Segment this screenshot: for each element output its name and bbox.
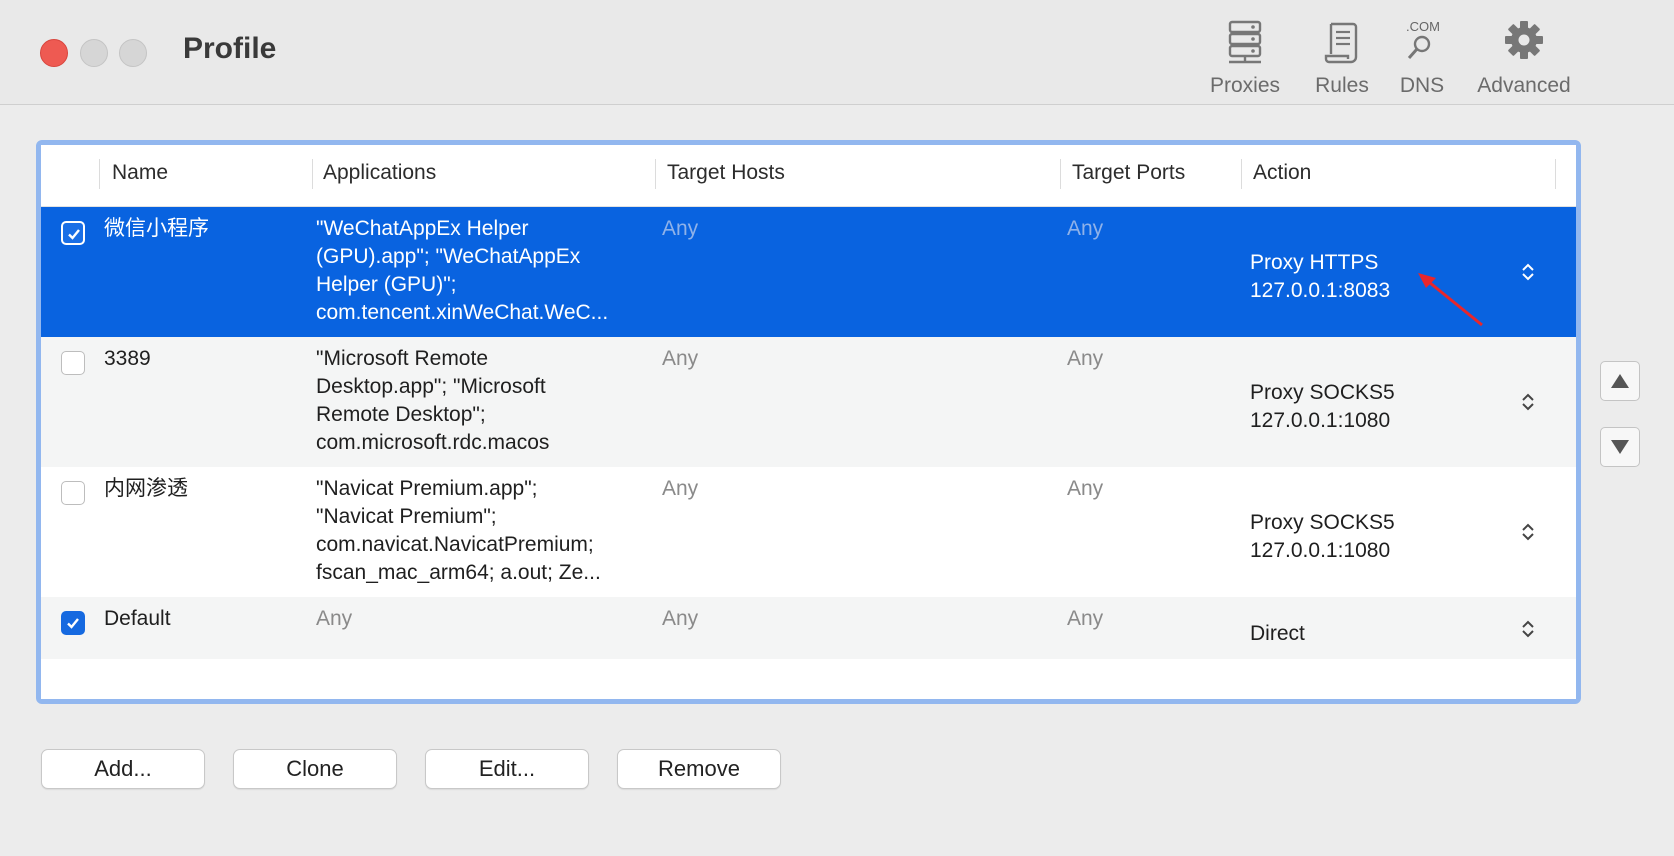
clone-button[interactable]: Clone (233, 749, 397, 789)
profile-window: Profile Proxies Rules .COM DNS Advanced … (0, 0, 1674, 856)
toolbar-advanced-button[interactable]: Advanced (1468, 18, 1580, 100)
chevron-up-down-icon[interactable] (1521, 619, 1535, 639)
chevron-up-down-icon[interactable] (1521, 522, 1535, 542)
annotation-arrow-icon (1418, 273, 1483, 327)
toolbar-rules-label: Rules (1315, 74, 1369, 97)
checkmark-icon (67, 618, 79, 629)
toolbar-dns-button[interactable]: .COM DNS (1394, 18, 1450, 100)
row-target-hosts: Any (662, 217, 699, 240)
window-title: Profile (183, 32, 277, 65)
column-separator (99, 159, 100, 189)
triangle-up-icon (1611, 374, 1629, 388)
column-separator (1555, 159, 1556, 189)
action-type: Proxy SOCKS5 (1250, 511, 1395, 534)
row-action[interactable]: Proxy SOCKS5 127.0.0.1:1080 (1250, 379, 1395, 435)
row-applications: "Microsoft Remote Desktop.app"; "Microso… (316, 345, 646, 457)
minimize-window-button[interactable] (80, 39, 108, 67)
toolbar-proxies-label: Proxies (1209, 74, 1281, 97)
column-separator (312, 159, 313, 189)
move-down-button[interactable] (1600, 427, 1640, 467)
chevron-up-down-icon[interactable] (1521, 392, 1535, 412)
add-button[interactable]: Add... (41, 749, 205, 789)
applications-line: com.navicat.NavicatPremium; (316, 533, 594, 556)
toolbar-advanced-label: Advanced (1477, 74, 1571, 97)
row-name: 内网渗透 (104, 477, 188, 500)
column-header-name[interactable]: Name (112, 161, 168, 185)
column-separator (1060, 159, 1061, 189)
column-separator (1241, 159, 1242, 189)
row-applications: Any (316, 607, 353, 630)
close-window-button[interactable] (40, 39, 68, 67)
toolbar-proxies-button[interactable]: Proxies (1203, 18, 1287, 100)
column-header-applications[interactable]: Applications (323, 161, 436, 185)
row-enabled-checkbox[interactable] (61, 611, 85, 635)
toolbar-dns-label: DNS (1399, 74, 1445, 97)
applications-line: com.tencent.xinWeChat.WeC... (316, 301, 609, 324)
server-icon (1228, 20, 1262, 64)
edit-button[interactable]: Edit... (425, 749, 589, 789)
action-address: 127.0.0.1:1080 (1250, 409, 1391, 432)
column-header-target-ports[interactable]: Target Ports (1072, 161, 1185, 185)
gear-icon (1505, 21, 1543, 59)
row-applications: "Navicat Premium.app"; "Navicat Premium"… (316, 475, 646, 587)
row-target-ports: Any (1067, 607, 1104, 630)
title-bar: Profile Proxies Rules .COM DNS Advanced (0, 0, 1674, 105)
row-target-ports: Any (1067, 217, 1104, 240)
applications-line: "Navicat Premium"; (316, 505, 497, 528)
rules-table[interactable]: Name Applications Target Hosts Target Po… (36, 140, 1581, 704)
action-address: 127.0.0.1:1080 (1250, 539, 1391, 562)
chevron-up-down-icon[interactable] (1521, 262, 1535, 282)
table-row[interactable]: Default Any Any Any Direct (41, 597, 1576, 659)
applications-line: "WeChatAppEx Helper (316, 217, 529, 240)
scroll-icon (1324, 22, 1358, 64)
row-enabled-checkbox[interactable] (61, 221, 85, 245)
zoom-window-button[interactable] (119, 39, 147, 67)
applications-line: "Navicat Premium.app"; (316, 477, 538, 500)
applications-line: fscan_mac_arm64; a.out; Ze... (316, 561, 601, 584)
row-applications: "WeChatAppEx Helper (GPU).app"; "WeChatA… (316, 215, 646, 327)
move-up-button[interactable] (1600, 361, 1640, 401)
table-row[interactable]: 3389 "Microsoft Remote Desktop.app"; "Mi… (41, 337, 1576, 467)
triangle-down-icon (1611, 440, 1629, 454)
applications-line: "Microsoft Remote (316, 347, 488, 370)
row-name: Default (104, 607, 171, 630)
applications-line: Remote Desktop"; (316, 403, 486, 426)
table-row[interactable]: 内网渗透 "Navicat Premium.app"; "Navicat Pre… (41, 467, 1576, 597)
row-action[interactable]: Proxy SOCKS5 127.0.0.1:1080 (1250, 509, 1395, 565)
action-type: Proxy SOCKS5 (1250, 381, 1395, 404)
row-action[interactable]: Proxy HTTPS 127.0.0.1:8083 (1250, 249, 1390, 305)
table-row[interactable]: 微信小程序 "WeChatAppEx Helper (GPU).app"; "W… (41, 207, 1576, 337)
action-address: 127.0.0.1:8083 (1250, 279, 1391, 302)
row-enabled-checkbox[interactable] (61, 351, 85, 375)
applications-line: (GPU).app"; "WeChatAppEx (316, 245, 581, 268)
row-target-hosts: Any (662, 607, 699, 630)
row-action[interactable]: Direct (1250, 620, 1305, 648)
remove-button[interactable]: Remove (617, 749, 781, 789)
column-header-action[interactable]: Action (1253, 161, 1311, 185)
row-target-ports: Any (1067, 477, 1104, 500)
dns-badge-text: .COM (1406, 19, 1440, 34)
applications-line: com.microsoft.rdc.macos (316, 431, 550, 454)
row-target-hosts: Any (662, 347, 699, 370)
row-name: 微信小程序 (104, 217, 209, 240)
checkmark-icon (68, 229, 80, 240)
dns-search-icon: .COM (1406, 19, 1440, 59)
row-enabled-checkbox[interactable] (61, 481, 85, 505)
table-header: Name Applications Target Hosts Target Po… (41, 145, 1576, 207)
toolbar-rules-button[interactable]: Rules (1310, 18, 1374, 100)
applications-line: Desktop.app"; "Microsoft (316, 375, 546, 398)
row-target-ports: Any (1067, 347, 1104, 370)
action-type: Proxy HTTPS (1250, 251, 1379, 274)
column-header-target-hosts[interactable]: Target Hosts (667, 161, 785, 185)
row-target-hosts: Any (662, 477, 699, 500)
column-separator (655, 159, 656, 189)
row-name: 3389 (104, 347, 151, 370)
applications-line: Helper (GPU)"; (316, 273, 457, 296)
table-empty-area (41, 659, 1576, 699)
